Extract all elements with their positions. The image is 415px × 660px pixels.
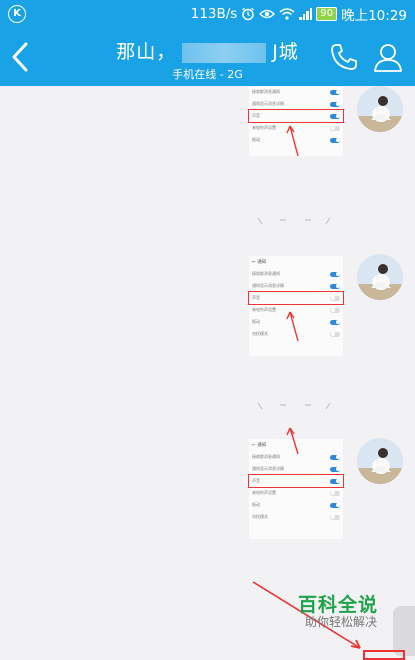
name-redaction — [182, 42, 267, 63]
list-item: 通知显示消息详情 — [249, 98, 343, 110]
avatar-image — [357, 86, 403, 132]
battery-icon: 90 — [316, 7, 338, 21]
list-item: 通知显示消息详情 — [249, 463, 343, 475]
status-icons: 113B/s 90 晚上10:29 — [190, 5, 407, 24]
list-item: 振动 — [249, 134, 343, 146]
phone-icon — [331, 44, 357, 70]
list-item: 声音 — [248, 109, 344, 123]
avatar[interactable] — [357, 254, 403, 300]
list-item: 接收群消息通知 — [249, 451, 343, 463]
net-speed: 113B/s — [190, 6, 238, 22]
image-message[interactable]: ← 通知 接收群消息通知 通知显示消息详情 声音 来电铃声设置 振动 勿扰模式 — [248, 256, 344, 356]
list-item: 来电铃声设置 — [249, 487, 343, 499]
phone-button[interactable] — [329, 42, 359, 72]
list-item: 来电铃声设置 — [249, 304, 343, 316]
image-nav-hint — [257, 402, 331, 410]
chat-header: 那山， J城 手机在线 - 2G — [0, 28, 415, 86]
contact-name-part: J城 — [272, 41, 299, 63]
image-nav-hint — [257, 217, 331, 225]
message-list[interactable]: 接收群消息通知 通知显示消息详情 声音 来电铃声设置 振动 ← 通知 接收群消息… — [0, 86, 415, 656]
k-icon: K — [8, 5, 26, 23]
list-item: 勿扰模式 — [249, 328, 343, 340]
list-item: 接收群消息通知 — [249, 268, 343, 280]
list-item: 振动 — [249, 499, 343, 511]
avatar[interactable] — [357, 86, 403, 132]
watermark-subtitle: 助你轻松解决 — [305, 615, 378, 629]
highlight-box — [363, 650, 405, 660]
profile-icon — [374, 44, 402, 72]
avatar[interactable] — [357, 438, 403, 484]
alarm-icon — [242, 7, 255, 21]
list-item: 来电铃声设置 — [249, 122, 343, 134]
side-handle[interactable] — [393, 606, 415, 656]
status-bar: K 113B/s 90 晚上10:29 — [0, 0, 415, 28]
avatar-image — [357, 254, 403, 300]
list-item: ← 通知 — [252, 260, 267, 265]
signal-icon — [299, 8, 313, 20]
list-item: 勿扰模式 — [249, 511, 343, 523]
image-message[interactable]: 接收群消息通知 通知显示消息详情 声音 来电铃声设置 振动 — [248, 86, 344, 156]
clock: 晚上10:29 — [341, 8, 407, 24]
list-item: 声音 — [248, 291, 344, 305]
eye-icon — [259, 9, 276, 19]
image-message[interactable]: ← 通知 接收群消息通知 通知显示消息详情 声音 来电铃声设置 振动 勿扰模式 — [248, 439, 344, 539]
list-item: 接收群消息通知 — [249, 86, 343, 98]
contact-name-part: 那山， — [116, 41, 177, 63]
avatar-image — [357, 438, 403, 484]
list-item: 振动 — [249, 316, 343, 328]
profile-button[interactable] — [373, 42, 403, 72]
list-item: 通知显示消息详情 — [249, 280, 343, 292]
list-item: ← 通知 — [252, 443, 267, 448]
wifi-icon — [279, 8, 295, 20]
list-item: 声音 — [248, 474, 344, 488]
